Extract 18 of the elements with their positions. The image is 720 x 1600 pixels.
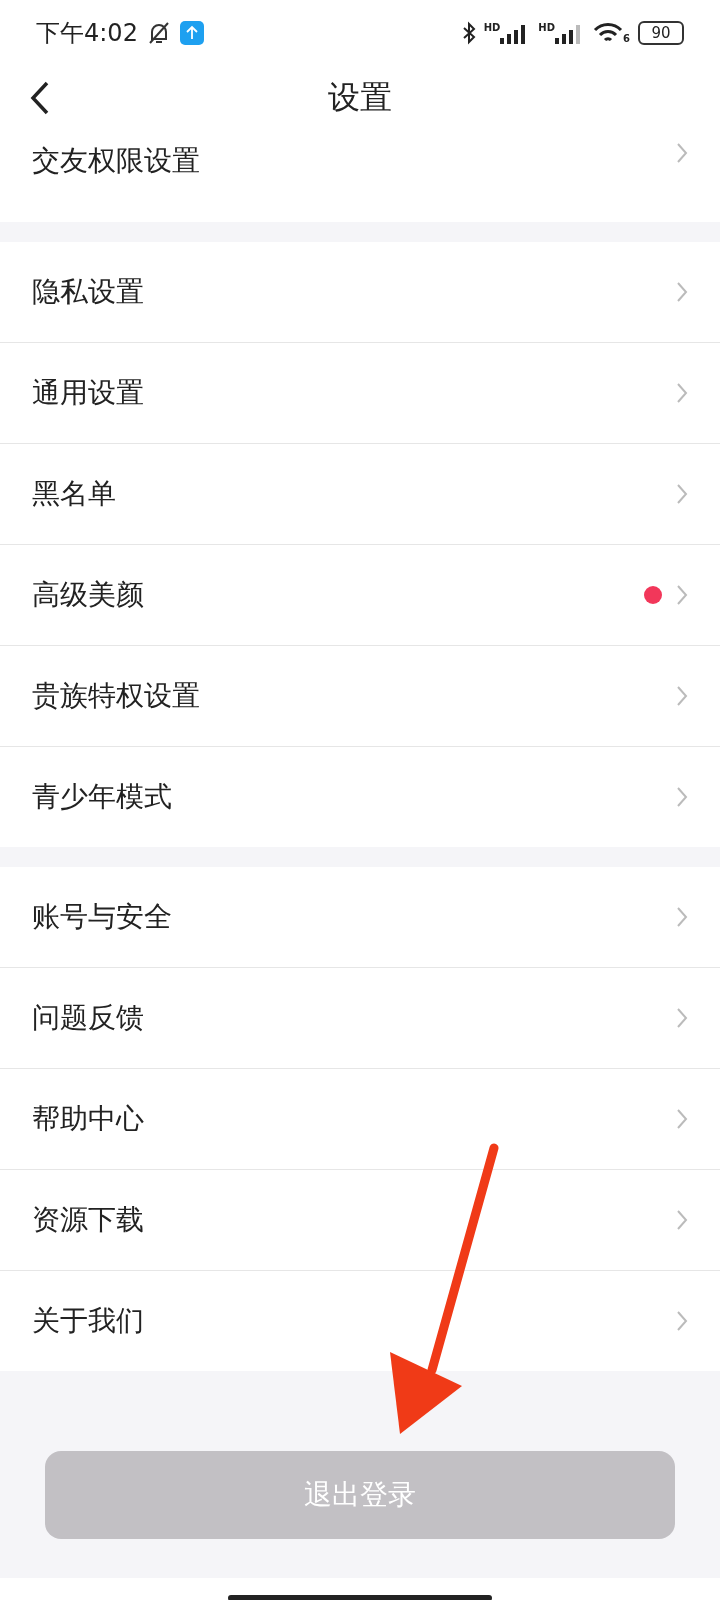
hd-label: HD xyxy=(483,22,501,33)
wifi-label: 6 xyxy=(623,33,630,44)
settings-row[interactable]: 资源下载 xyxy=(0,1170,720,1271)
status-time: 下午4:02 xyxy=(36,18,138,49)
settings-row[interactable]: 交友权限设置 xyxy=(0,130,720,222)
hd-label: HD xyxy=(538,22,556,33)
battery-icon: 90 xyxy=(638,21,684,45)
page-title: 设置 xyxy=(328,77,392,118)
settings-row[interactable]: 黑名单 xyxy=(0,444,720,545)
settings-row[interactable]: 青少年模式 xyxy=(0,747,720,847)
settings-row[interactable]: 高级美颜 xyxy=(0,545,720,646)
settings-row[interactable]: 通用设置 xyxy=(0,343,720,444)
settings-row[interactable]: 帮助中心 xyxy=(0,1069,720,1170)
settings-row[interactable]: 贵族特权设置 xyxy=(0,646,720,747)
settings-row[interactable]: 隐私设置 xyxy=(0,242,720,343)
settings-row[interactable]: 账号与安全 xyxy=(0,867,720,968)
settings-row[interactable]: 关于我们 xyxy=(0,1271,720,1371)
settings-row[interactable]: 问题反馈 xyxy=(0,968,720,1069)
